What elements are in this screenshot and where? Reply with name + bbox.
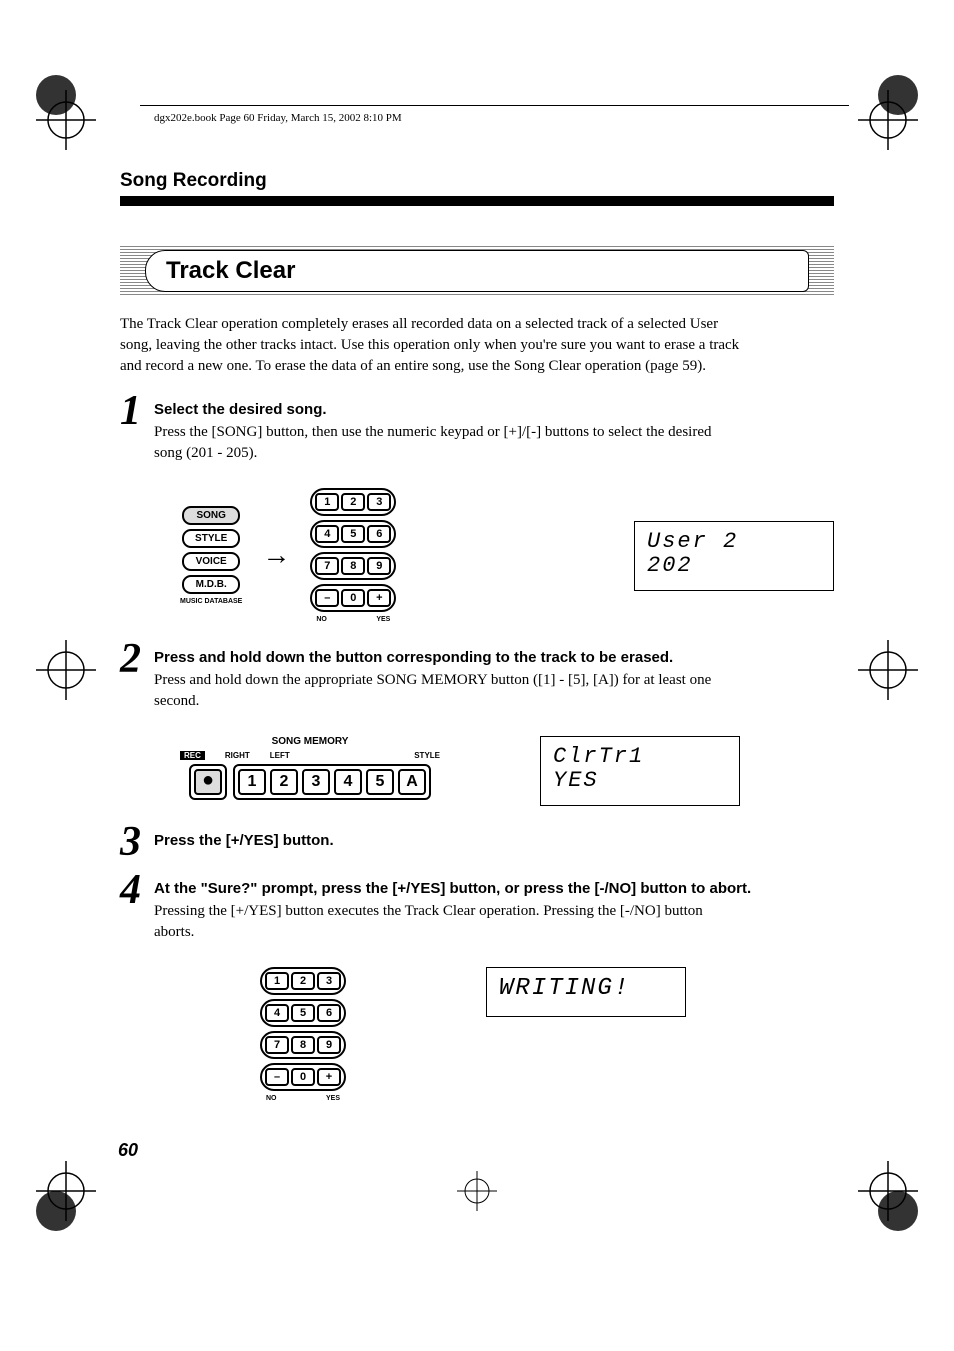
track-1-button: 1 bbox=[238, 769, 266, 795]
rec-button: ● bbox=[194, 769, 222, 795]
key-3: 3 bbox=[367, 493, 391, 511]
key-5: 5 bbox=[341, 525, 365, 543]
lcd-line1: WRITING! bbox=[499, 976, 673, 1002]
page-title: Track Clear bbox=[158, 257, 796, 285]
track-3-button: 3 bbox=[302, 769, 330, 795]
key-plus: + bbox=[317, 1068, 341, 1086]
song-button: SONG bbox=[182, 506, 240, 525]
yes-label: YES bbox=[376, 616, 390, 623]
step-body: Press the [SONG] button, then use the nu… bbox=[154, 422, 714, 464]
key-1: 1 bbox=[315, 493, 339, 511]
header-path: dgx202e.book Page 60 Friday, March 15, 2… bbox=[154, 112, 402, 124]
title-box: Track Clear bbox=[120, 246, 834, 296]
step-3: 3 Press the [+/YES] button. bbox=[120, 826, 834, 860]
key-8: 8 bbox=[291, 1036, 315, 1054]
key-2: 2 bbox=[341, 493, 365, 511]
key-7: 7 bbox=[265, 1036, 289, 1054]
step-2: 2 Press and hold down the button corresp… bbox=[120, 643, 834, 722]
numeric-keypad: 123 456 789 –0+ NO YES bbox=[260, 967, 346, 1102]
step-number: 4 bbox=[120, 874, 154, 953]
key-5: 5 bbox=[291, 1004, 315, 1022]
crop-mark bbox=[858, 640, 918, 700]
key-2: 2 bbox=[291, 972, 315, 990]
no-label: NO bbox=[316, 616, 327, 623]
key-9: 9 bbox=[367, 557, 391, 575]
numeric-keypad: 123 456 789 –0+ NO YES bbox=[310, 488, 396, 623]
no-label: NO bbox=[266, 1095, 277, 1102]
song-memory-panel: SONG MEMORY REC RIGHT LEFT STYLE ● 1 2 3… bbox=[180, 736, 440, 800]
section-header: Song Recording bbox=[120, 170, 834, 192]
key-3: 3 bbox=[317, 972, 341, 990]
crop-mark bbox=[36, 1161, 96, 1221]
mode-panel: SONG STYLE VOICE M.D.B. MUSIC DATABASE bbox=[180, 506, 242, 605]
track-5-button: 5 bbox=[366, 769, 394, 795]
step-body: Press and hold down the appropriate SONG… bbox=[154, 670, 714, 712]
lcd-display-1: User 2 202 bbox=[634, 521, 834, 591]
key-1: 1 bbox=[265, 972, 289, 990]
lcd-display-2: ClrTr1 YES bbox=[540, 736, 740, 806]
crop-mark bbox=[36, 640, 96, 700]
key-6: 6 bbox=[317, 1004, 341, 1022]
intro-paragraph: The Track Clear operation completely era… bbox=[120, 314, 740, 377]
key-minus: – bbox=[265, 1068, 289, 1086]
diagram-step1: SONG STYLE VOICE M.D.B. MUSIC DATABASE →… bbox=[180, 488, 834, 623]
key-4: 4 bbox=[315, 525, 339, 543]
voice-button: VOICE bbox=[182, 552, 240, 571]
right-label: RIGHT bbox=[225, 751, 250, 760]
step-number: 3 bbox=[120, 826, 154, 860]
diagram-step2: SONG MEMORY REC RIGHT LEFT STYLE ● 1 2 3… bbox=[180, 736, 834, 806]
crop-mark bbox=[858, 90, 918, 150]
lcd-line2: YES bbox=[553, 769, 727, 793]
left-label: LEFT bbox=[270, 751, 290, 760]
track-2-button: 2 bbox=[270, 769, 298, 795]
key-plus: + bbox=[367, 589, 391, 607]
key-7: 7 bbox=[315, 557, 339, 575]
diagram-step4: 123 456 789 –0+ NO YES WRITING! bbox=[260, 967, 834, 1102]
track-a-button: A bbox=[398, 769, 426, 795]
rec-label: REC bbox=[180, 751, 205, 760]
step-title: Press and hold down the button correspon… bbox=[154, 649, 834, 666]
step-body: Pressing the [+/YES] button executes the… bbox=[154, 901, 714, 943]
key-8: 8 bbox=[341, 557, 365, 575]
step-title: Press the [+/YES] button. bbox=[154, 832, 834, 849]
step-number: 2 bbox=[120, 643, 154, 722]
lcd-line2: 202 bbox=[647, 554, 821, 578]
lcd-line1: ClrTr1 bbox=[553, 745, 727, 769]
step-1: 1 Select the desired song. Press the [SO… bbox=[120, 395, 834, 474]
lcd-line1: User 2 bbox=[647, 530, 821, 554]
step-title: Select the desired song. bbox=[154, 401, 834, 418]
step-title: At the "Sure?" prompt, press the [+/YES]… bbox=[154, 880, 834, 897]
key-0: 0 bbox=[341, 589, 365, 607]
key-0: 0 bbox=[291, 1068, 315, 1086]
key-4: 4 bbox=[265, 1004, 289, 1022]
arrow-icon: → bbox=[262, 540, 290, 572]
page-number: 60 bbox=[118, 1140, 138, 1161]
song-memory-title: SONG MEMORY bbox=[272, 736, 349, 747]
key-6: 6 bbox=[367, 525, 391, 543]
key-minus: – bbox=[315, 589, 339, 607]
mdb-button: M.D.B. bbox=[182, 575, 240, 594]
lcd-display-3: WRITING! bbox=[486, 967, 686, 1017]
crop-mark bbox=[457, 1171, 497, 1211]
style-label: STYLE bbox=[414, 751, 440, 760]
crop-mark bbox=[36, 90, 96, 150]
track-4-button: 4 bbox=[334, 769, 362, 795]
style-button: STYLE bbox=[182, 529, 240, 548]
step-number: 1 bbox=[120, 395, 154, 474]
yes-label: YES bbox=[326, 1095, 340, 1102]
key-9: 9 bbox=[317, 1036, 341, 1054]
header-rule bbox=[140, 105, 849, 106]
step-4: 4 At the "Sure?" prompt, press the [+/YE… bbox=[120, 874, 834, 953]
section-bar bbox=[120, 196, 834, 206]
mdb-sublabel: MUSIC DATABASE bbox=[180, 598, 242, 605]
crop-mark bbox=[858, 1161, 918, 1221]
